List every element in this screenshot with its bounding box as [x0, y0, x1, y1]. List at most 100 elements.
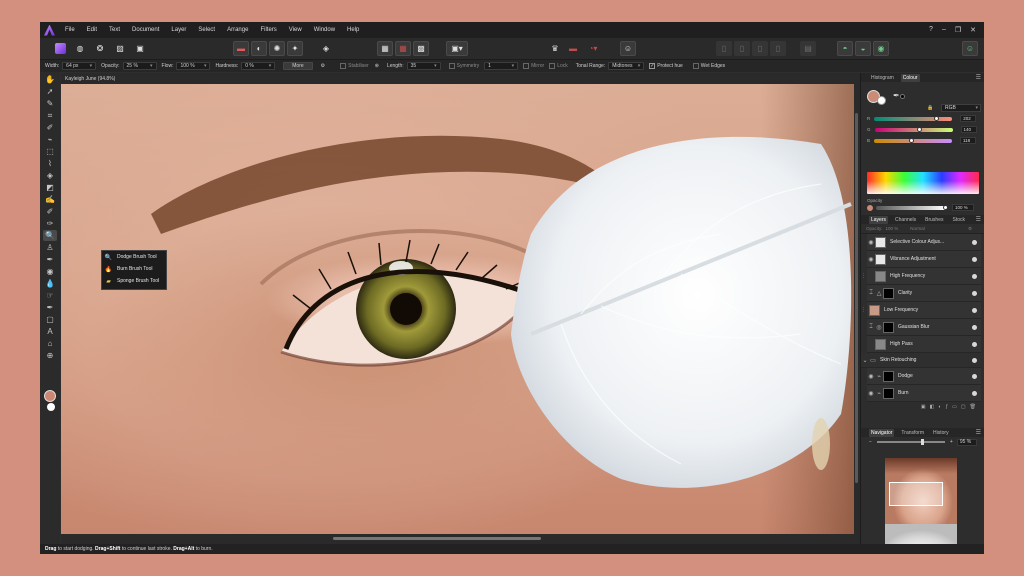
inpainting-brush-tool-icon[interactable]: ✒	[43, 254, 57, 265]
visibility-eye-icon[interactable]: ◉	[867, 239, 875, 246]
layer-visibility-dot[interactable]	[972, 341, 977, 347]
view-tool-icon[interactable]: ✋	[43, 74, 57, 85]
layer-row[interactable]: High Pass	[867, 336, 981, 353]
layer-row[interactable]: ◉ Selective Colour Adjus...	[867, 234, 981, 251]
layer-visibility-dot[interactable]	[972, 307, 977, 313]
tab-stock[interactable]: Stock	[951, 216, 968, 224]
layer-row[interactable]: ◉ ⌁ Dodge	[867, 368, 981, 385]
menu-window[interactable]: Window	[314, 27, 335, 33]
marquee-select-icon[interactable]: ▦	[377, 41, 393, 56]
blue-slider-knob[interactable]	[909, 137, 915, 143]
tab-channels[interactable]: Channels	[893, 216, 918, 224]
primary-colour-swatch[interactable]	[44, 390, 56, 402]
history-icon[interactable]: ◉	[873, 41, 889, 56]
assistant-icon[interactable]: ◈	[318, 41, 334, 56]
menu-filters[interactable]: Filters	[260, 27, 276, 33]
healing-brush-tool-icon[interactable]: ♙	[43, 242, 57, 253]
opacity-field[interactable]: 25 % ▾	[122, 62, 157, 70]
visibility-eye-icon[interactable]: ◉	[867, 390, 875, 397]
levels-icon[interactable]: ▬	[233, 41, 249, 56]
green-value-field[interactable]: 140	[960, 126, 977, 133]
menu-view[interactable]: View	[289, 27, 302, 33]
smudge-brush-tool-icon[interactable]: ☞	[43, 290, 57, 301]
layer-row[interactable]: ◉ Vibrance Adjustment	[867, 251, 981, 268]
menu-document[interactable]: Document	[132, 27, 159, 33]
flood-fill-tool-icon[interactable]: ◈	[43, 170, 57, 181]
new-pixel-layer-icon[interactable]: ▢	[961, 404, 966, 410]
white-balance-icon[interactable]: ◐	[251, 41, 267, 56]
colour-model-select[interactable]: RGB ▾	[941, 104, 981, 112]
zoom-out-icon[interactable]: −	[869, 439, 872, 445]
tab-brushes[interactable]: Brushes	[923, 216, 945, 224]
lock-icon[interactable]: ⚙	[968, 226, 972, 232]
menu-text[interactable]: Text	[109, 27, 120, 33]
arrange-front-icon[interactable]: ▯	[770, 41, 786, 56]
crop-tool-icon[interactable]: ⌗	[43, 110, 57, 121]
hardness-field[interactable]: 0 % ▾	[241, 62, 276, 70]
colour-spectrum[interactable]	[867, 172, 979, 194]
selection-brush-tool-icon[interactable]: ✐	[43, 122, 57, 133]
select-intersect-icon[interactable]: ▩	[413, 41, 429, 56]
layer-visibility-dot[interactable]	[972, 324, 977, 330]
flow-field[interactable]: 100 % ▾	[176, 62, 211, 70]
tonal-range-select[interactable]: Midtones ▾	[608, 62, 645, 70]
color-picker-tool-icon[interactable]: ✎	[43, 98, 57, 109]
colour-balance-icon[interactable]: ✺	[269, 41, 285, 56]
menu-help[interactable]: Help	[347, 27, 359, 33]
green-slider[interactable]	[874, 126, 953, 132]
tab-navigator[interactable]: Navigator	[869, 428, 895, 437]
more-button[interactable]: More	[283, 62, 313, 70]
document-tab[interactable]: Kayleigh June (94.8%)	[61, 73, 854, 84]
symmetry-field[interactable]: 1 ▾	[484, 62, 519, 70]
opacity-slider-knob[interactable]	[943, 204, 948, 210]
new-group-icon[interactable]: ▭	[952, 404, 957, 410]
mask-refine-icon[interactable]: ♛	[547, 41, 563, 56]
scrollbar-thumb[interactable]	[855, 113, 858, 483]
close-icon[interactable]: ✕	[970, 26, 976, 34]
chevron-down-icon[interactable]: ⌄	[861, 357, 869, 364]
layer-visibility-dot[interactable]	[972, 390, 977, 396]
zoom-in-icon[interactable]: +	[950, 439, 953, 445]
secondary-colour-swatch[interactable]	[47, 403, 55, 411]
develop-persona-icon[interactable]: ❂	[92, 41, 108, 56]
layer-visibility-dot[interactable]	[972, 373, 977, 379]
select-subtract-icon[interactable]: ▦	[395, 41, 411, 56]
arrange-back-icon[interactable]: ▯	[716, 41, 732, 56]
layer-row[interactable]: ⋮ High Frequency	[861, 268, 981, 285]
fx-icon[interactable]: ƒ	[945, 404, 948, 410]
clone-brush-tool-icon[interactable]: ✑	[43, 218, 57, 229]
minimize-icon[interactable]: –	[942, 26, 946, 34]
wet-edges-checkbox[interactable]	[692, 63, 699, 69]
tab-transform[interactable]: Transform	[899, 429, 926, 437]
arrange-backward-icon[interactable]: ▯	[734, 41, 750, 56]
document-canvas[interactable]	[61, 84, 854, 534]
stabiliser-checkbox[interactable]	[340, 63, 347, 69]
zoom-slider-knob[interactable]	[920, 439, 924, 445]
layer-row[interactable]: ⌶ ◎ Gaussian Blur	[867, 319, 981, 336]
eyedropper-icon[interactable]: ✒	[893, 91, 900, 100]
scrollbar-thumb[interactable]	[333, 537, 541, 540]
photo-persona-icon[interactable]	[52, 41, 68, 56]
tab-layers[interactable]: Layers	[869, 215, 889, 224]
red-eye-tool-icon[interactable]: ◉	[43, 266, 57, 277]
layer-add-icon[interactable]: ▣	[921, 404, 926, 410]
blue-slider[interactable]	[874, 137, 953, 143]
layer-visibility-dot[interactable]	[972, 239, 977, 245]
red-slider[interactable]	[874, 115, 953, 121]
tab-histogram[interactable]: Histogram	[869, 74, 896, 82]
layer-visibility-dot[interactable]	[972, 273, 977, 279]
liquify-persona-icon[interactable]: ◍	[72, 41, 88, 56]
horizontal-scrollbar[interactable]	[61, 534, 854, 544]
width-field[interactable]: 64 px ▾	[62, 62, 97, 70]
lock-icon[interactable]: 🔒	[927, 105, 933, 111]
sponge-brush-tool-item[interactable]: ▰ Sponge Brush Tool	[102, 275, 166, 287]
blue-value-field[interactable]: 118	[960, 137, 977, 144]
redo-icon[interactable]: ◒	[855, 41, 871, 56]
quick-mask-icon[interactable]: ▣▾	[446, 41, 468, 56]
protect-hue-checkbox[interactable]: ✓	[649, 63, 656, 69]
account-icon[interactable]: ☺	[962, 41, 978, 56]
secondary-colour-swatch[interactable]	[877, 96, 886, 105]
burn-brush-tool-item[interactable]: 🔥 Burn Brush Tool	[102, 263, 166, 275]
dodge-brush-tool-item[interactable]: 🔍 Dodge Brush Tool	[102, 251, 166, 263]
rectangle-tool-icon[interactable]: ▢	[43, 314, 57, 325]
